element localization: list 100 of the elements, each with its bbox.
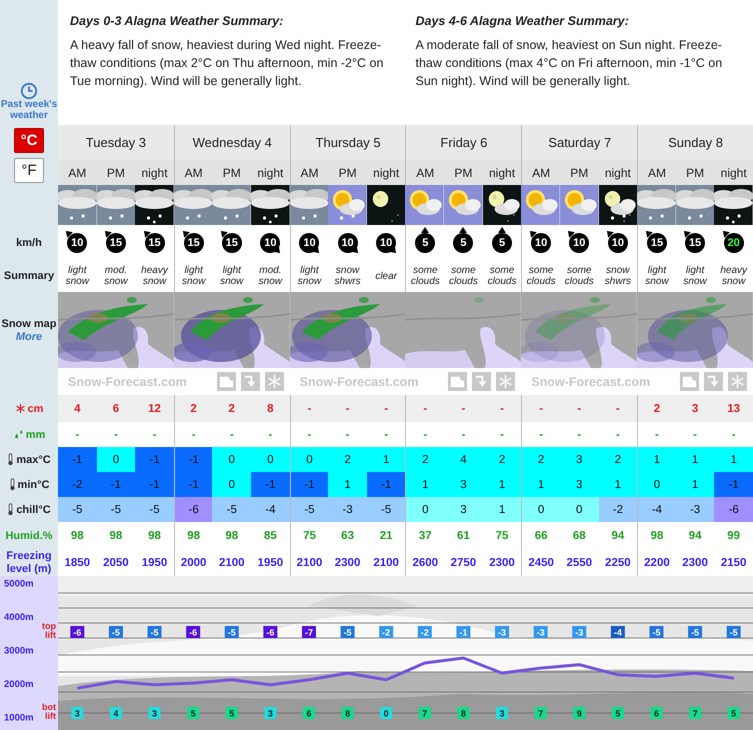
temperature-cell: 1 <box>714 447 753 472</box>
temperature-cell: -5 <box>366 497 406 522</box>
temperature-badge: 4 <box>110 707 122 719</box>
temperature-badge: 5 <box>728 707 740 719</box>
weather-summary: some clouds <box>410 265 441 287</box>
rain-value: - <box>308 428 312 440</box>
temperature-cell: 0 <box>290 447 328 472</box>
temperature-cell: 2 <box>521 447 560 472</box>
rain-value: - <box>732 428 736 440</box>
wind-speed: 10 <box>303 236 316 248</box>
temperature-badge: -1 <box>456 626 470 638</box>
weather-summary: heavy snow <box>140 265 170 287</box>
temperature-badge: 3 <box>264 707 276 719</box>
weather-summary: clear <box>375 270 398 282</box>
unit-button[interactable]: °F <box>14 158 44 182</box>
weather-summary: light snow <box>644 265 670 287</box>
snowfall-value: - <box>616 402 620 414</box>
temperature-cell: 2 <box>405 447 444 472</box>
row-label: Humid.% <box>5 530 53 542</box>
row-label: chill°C <box>16 504 51 516</box>
period-label: PM <box>222 166 241 180</box>
unit-button[interactable]: °C <box>14 128 44 152</box>
weather-summary: some clouds <box>526 265 557 287</box>
summary-text: A moderate fall of snow, heaviest on Sun night. Freeze-thaw conditions (max 4°C on Fri afternoon, min -1°C on Sun night). Wind will be generally light. <box>416 37 724 90</box>
humidity-value: 21 <box>380 530 393 542</box>
map-credit: Snow-Forecast.com <box>531 374 650 388</box>
wind-speed: 15 <box>650 236 664 248</box>
day-header: Wednesday 4 <box>174 125 290 160</box>
temperature-cell: 2 <box>482 447 522 472</box>
weather-summary: light snow <box>296 265 322 287</box>
weather-summary: some clouds <box>564 265 595 287</box>
weather-summary: mod. snow <box>258 265 284 287</box>
temperature-cell: -1 <box>58 447 97 472</box>
temperature-badge: -6 <box>263 626 278 638</box>
snowflake-icon[interactable] <box>264 372 284 391</box>
temperature-cell: 1 <box>521 472 560 497</box>
temperature-cell: 0 <box>521 497 560 522</box>
temperature-cell: -1 <box>366 472 406 497</box>
wind-speed: 15 <box>226 236 238 248</box>
wind-speed: 5 <box>422 236 428 248</box>
row-label: Snow map <box>1 318 56 330</box>
thermometer-icon <box>8 478 16 491</box>
layer-icon[interactable] <box>216 372 236 391</box>
axis-label: 5000m <box>4 578 34 590</box>
day-header: Thursday 5 <box>290 125 406 160</box>
snowfall-value: - <box>461 402 466 414</box>
temperature-badge: 6 <box>650 707 662 719</box>
temperature-cell: 1 <box>328 472 367 497</box>
axis-label: 3000m <box>4 646 34 657</box>
period-label: AM <box>184 166 203 180</box>
wind-speed: 10 <box>612 236 624 248</box>
temperature-cell: 0 <box>212 472 252 497</box>
humidity-value: 98 <box>187 530 200 542</box>
wind-speed: 5 <box>498 236 506 248</box>
snowflake-icon[interactable] <box>728 372 747 391</box>
period-label: night <box>489 166 516 180</box>
temperature-badge: -5 <box>108 626 123 638</box>
temperature-badge: 9 <box>573 707 586 719</box>
temperature-badge: -7 <box>302 626 316 638</box>
rain-value: - <box>268 428 272 440</box>
temperature-badge: 7 <box>689 707 702 719</box>
clock-icon[interactable] <box>20 82 38 100</box>
period-label: PM <box>454 166 472 180</box>
axis-label: 4000m <box>4 612 34 624</box>
wind-speed: 15 <box>148 236 161 248</box>
period-label: AM <box>648 166 666 180</box>
day-header: Tuesday 3 <box>58 125 174 160</box>
layer-icon[interactable] <box>680 372 699 391</box>
raindrops-icon <box>12 429 24 440</box>
rain-value: - <box>192 428 196 440</box>
humidity-value: 61 <box>457 530 470 542</box>
more-link[interactable]: More <box>16 330 42 342</box>
snowfall-value: 2 <box>228 402 235 414</box>
wind-speed: 20 <box>728 236 740 248</box>
temperature-badge: -3 <box>495 626 510 638</box>
temperature-badge: -5 <box>224 626 239 638</box>
freezing-level-value: 2000 <box>180 556 206 568</box>
row-label: Freezing level (m) <box>5 550 53 576</box>
rain-value: - <box>423 428 428 440</box>
snowfall-value: - <box>539 402 544 414</box>
moon-icon <box>366 185 406 225</box>
weather-summary: light snow <box>64 265 90 287</box>
humidity-value: 85 <box>264 530 277 542</box>
past-weather-link[interactable]: Past week's weather <box>0 100 58 121</box>
rain-value: - <box>693 428 697 440</box>
freezing-level-value: 2550 <box>566 556 592 568</box>
row-label: km/h <box>16 236 42 248</box>
freezing-level-value: 2200 <box>644 556 670 568</box>
freezing-level-value: 2300 <box>334 556 360 568</box>
layer-icon[interactable] <box>448 372 468 391</box>
row-label: Summary <box>4 270 54 282</box>
snowflake-icon[interactable] <box>496 372 516 391</box>
temperature-badge: -5 <box>148 626 162 638</box>
temperature-badge: -6 <box>70 626 84 638</box>
wind-speed: 15 <box>110 236 122 248</box>
period-label: PM <box>570 166 588 180</box>
rain-value: - <box>461 428 466 440</box>
weather-summary: some clouds <box>448 265 479 287</box>
temperature-cell: -5 <box>96 497 136 522</box>
snowfall-value: 8 <box>267 402 274 414</box>
